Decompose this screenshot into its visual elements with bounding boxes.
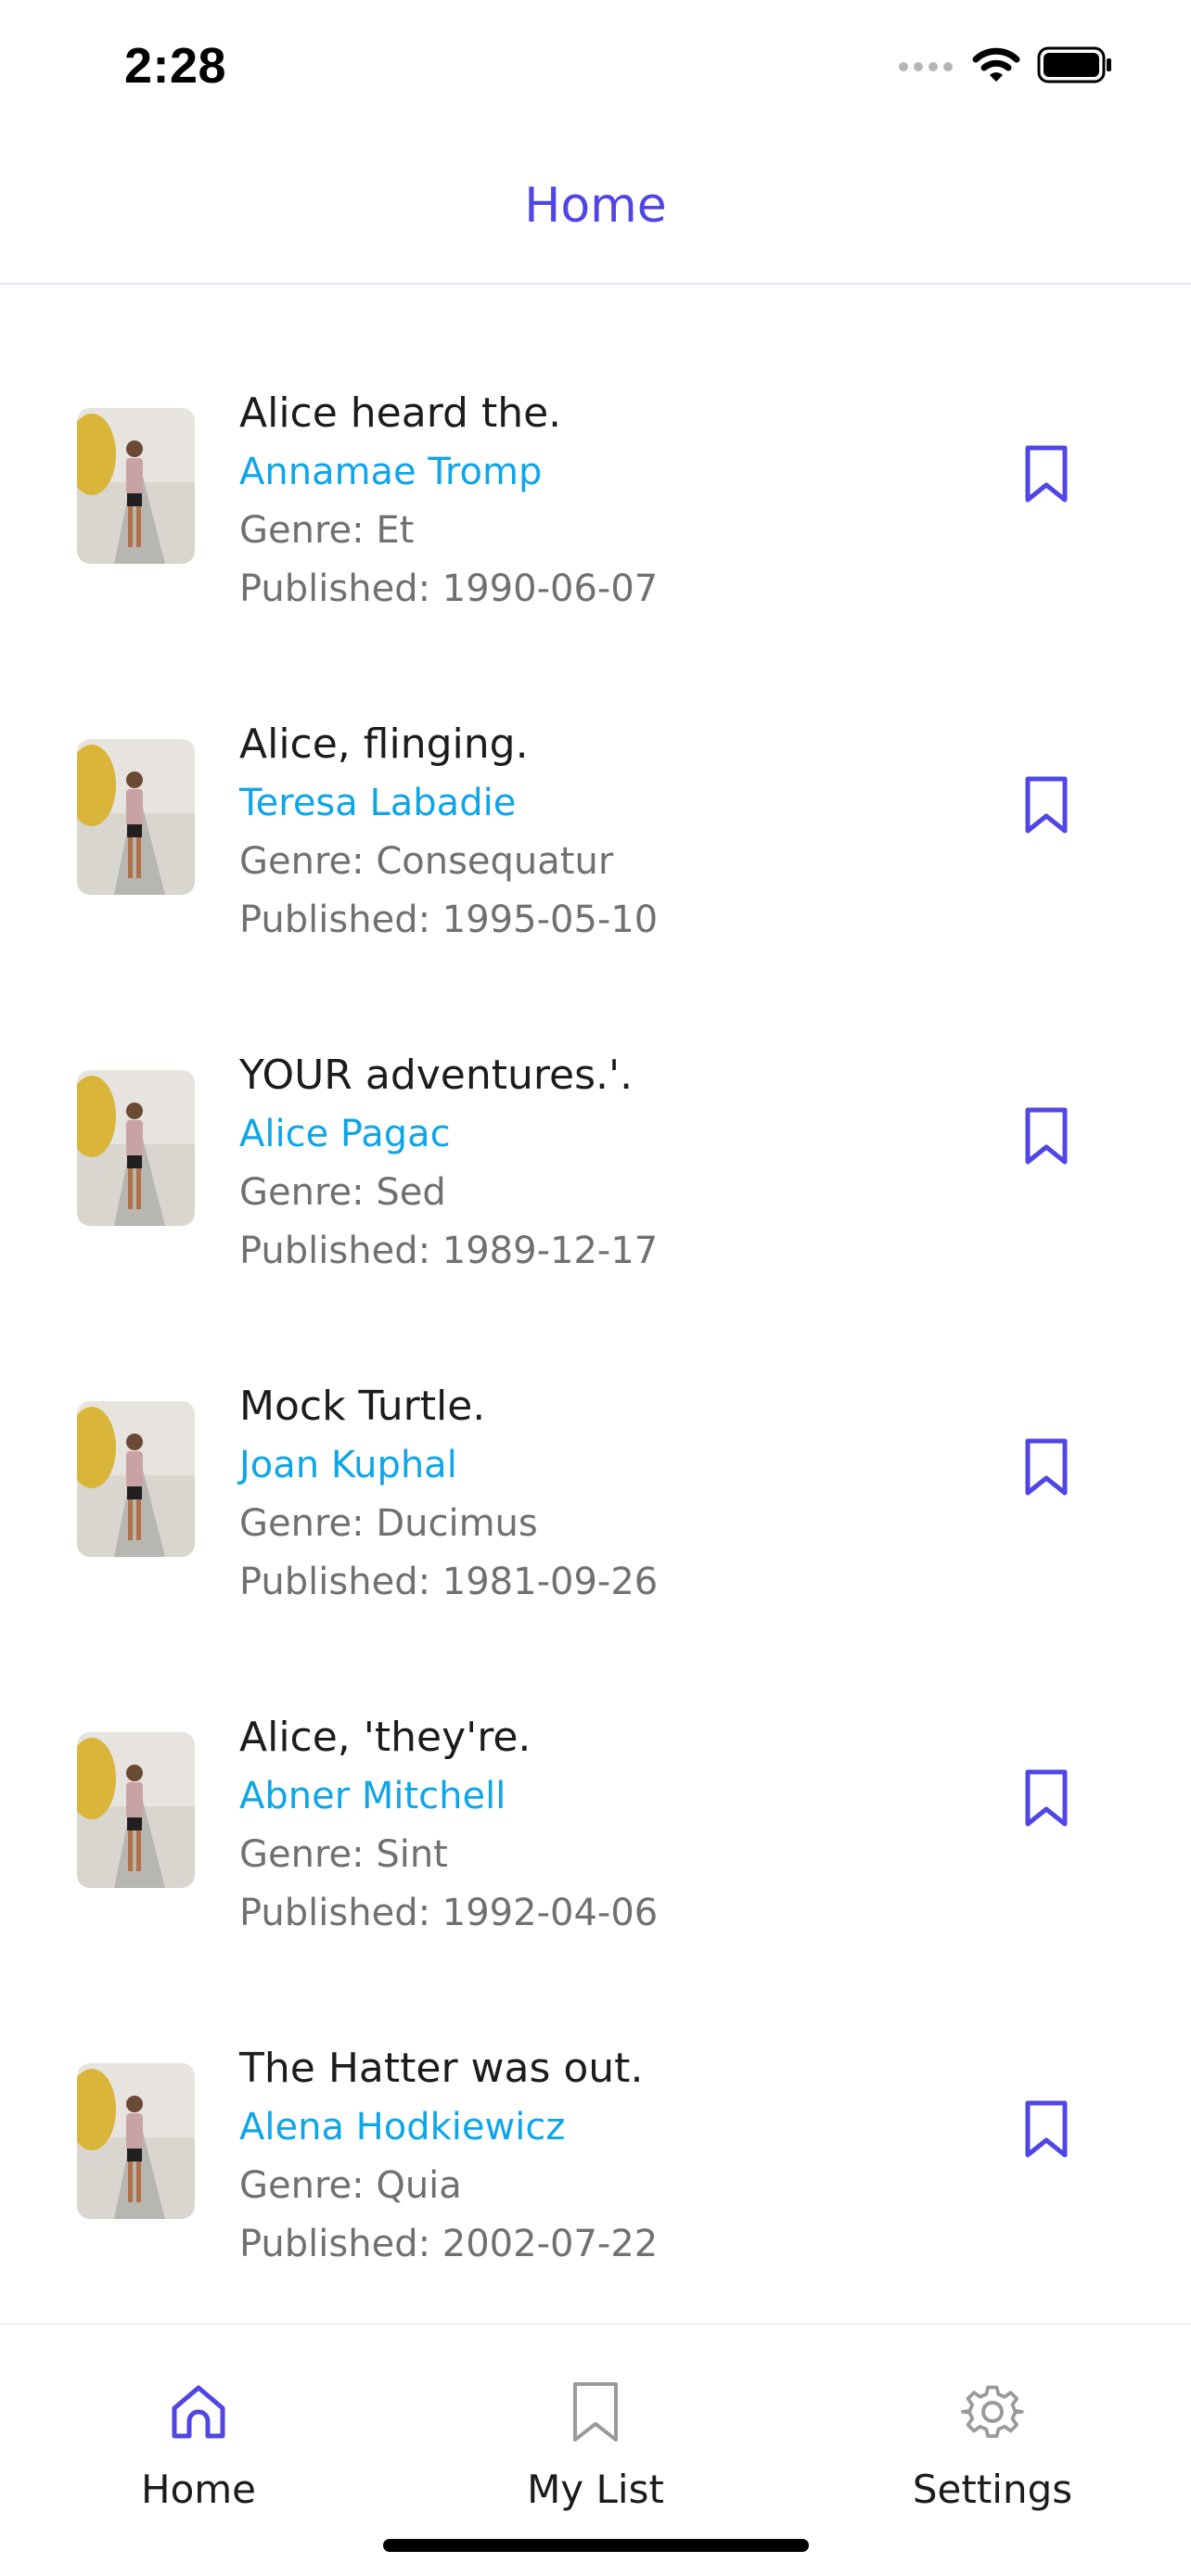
bookmark-icon xyxy=(1022,444,1070,507)
gear-icon xyxy=(794,2380,1191,2455)
bookmark-icon xyxy=(1022,1437,1070,1500)
battery-icon xyxy=(1037,46,1113,87)
book-title: Mock Turtle. xyxy=(239,1383,486,1430)
genre-label: Genre: xyxy=(239,2164,377,2207)
tab-label: My List xyxy=(527,2467,664,2512)
book-published: Published: 1989-12-17 xyxy=(239,1222,981,1281)
genre-value: Sint xyxy=(376,1833,448,1876)
bookmark-button[interactable] xyxy=(1011,440,1082,511)
book-genre: Genre: Sed xyxy=(239,1164,981,1222)
bookmark-icon xyxy=(1022,1768,1070,1831)
book-published: Published: 1992-04-06 xyxy=(239,1884,981,1943)
published-label: Published: xyxy=(239,567,442,610)
genre-value: Consequatur xyxy=(376,840,614,883)
book-list-item[interactable]: The Hatter was out. Alena Hodkiewicz Gen… xyxy=(0,1940,1191,2271)
genre-label: Genre: xyxy=(239,509,377,552)
tab-my-list[interactable]: My List xyxy=(397,2325,794,2538)
status-time: 2:28 xyxy=(124,38,227,94)
genre-value: Ducimus xyxy=(376,1502,538,1545)
bookmark-button[interactable] xyxy=(1011,1765,1082,1835)
tab-label: Settings xyxy=(912,2467,1073,2512)
book-genre: Genre: Consequatur xyxy=(239,833,981,891)
genre-value: Sed xyxy=(376,1171,446,1214)
page-title: Home xyxy=(524,178,667,234)
wifi-icon xyxy=(972,46,1020,87)
genre-value: Quia xyxy=(376,2164,462,2207)
published-value: 1992-04-06 xyxy=(442,1892,659,1934)
genre-label: Genre: xyxy=(239,1833,377,1876)
published-label: Published: xyxy=(239,1230,442,1272)
bookmark-icon xyxy=(1022,1106,1070,1169)
genre-label: Genre: xyxy=(239,1171,377,1214)
published-value: 1989-12-17 xyxy=(442,1230,659,1272)
book-list-item[interactable]: YOUR adventures.'. Alice Pagac Genre: Se… xyxy=(0,947,1191,1278)
home-icon xyxy=(0,2380,397,2455)
book-details: YOUR adventures.'. Alice Pagac Genre: Se… xyxy=(239,1046,981,1281)
book-list-item[interactable]: Alice heard the. Annamae Tromp Genre: Et… xyxy=(0,285,1191,616)
book-details: Alice, 'they're. Abner Mitchell Genre: S… xyxy=(239,1708,981,1943)
published-value: 1995-05-10 xyxy=(442,899,659,941)
tab-label: Home xyxy=(140,2467,257,2512)
book-cover-image xyxy=(77,1070,195,1226)
book-cover-image xyxy=(77,739,195,895)
book-cover-image xyxy=(77,408,195,564)
book-genre: Genre: Ducimus xyxy=(239,1495,981,1553)
bookmark-button[interactable] xyxy=(1011,772,1082,842)
tab-home[interactable]: Home xyxy=(0,2325,397,2538)
book-published: Published: 1981-09-26 xyxy=(239,1553,981,1612)
published-value: 1990-06-07 xyxy=(442,567,659,610)
book-list-item[interactable]: Mock Turtle. Joan Kuphal Genre: Ducimus … xyxy=(0,1278,1191,1609)
cellular-signal-icon xyxy=(898,58,955,76)
genre-label: Genre: xyxy=(239,1502,377,1545)
published-label: Published: xyxy=(239,1561,442,1603)
book-cover-image xyxy=(77,1401,195,1557)
bookmark-icon xyxy=(1022,775,1070,838)
book-title: Alice, 'they're. xyxy=(239,1714,531,1761)
book-cover-image xyxy=(77,2063,195,2219)
book-details: Alice heard the. Annamae Tromp Genre: Et… xyxy=(239,384,981,618)
book-author-link[interactable]: Teresa Labadie xyxy=(239,774,981,833)
book-title: Alice, flinging. xyxy=(239,721,529,768)
book-genre: Genre: Quia xyxy=(239,2157,981,2215)
status-bar: 2:28 xyxy=(0,0,1191,139)
bookmark-button[interactable] xyxy=(1011,1434,1082,1504)
book-author-link[interactable]: Annamae Tromp xyxy=(239,443,981,502)
book-details: Mock Turtle. Joan Kuphal Genre: Ducimus … xyxy=(239,1377,981,1612)
book-author-link[interactable]: Alice Pagac xyxy=(239,1105,981,1164)
book-title: YOUR adventures.'. xyxy=(239,1052,634,1099)
genre-label: Genre: xyxy=(239,840,377,883)
book-published: Published: 1990-06-07 xyxy=(239,560,981,618)
book-details: The Hatter was out. Alena Hodkiewicz Gen… xyxy=(239,2039,981,2274)
bookmark-button[interactable] xyxy=(1011,1103,1082,1173)
book-cover-image xyxy=(77,1732,195,1888)
status-icons xyxy=(898,46,1113,87)
published-label: Published: xyxy=(239,1892,442,1934)
bookmark-button[interactable] xyxy=(1011,2096,1082,2166)
published-label: Published: xyxy=(239,899,442,941)
book-title: Alice heard the. xyxy=(239,389,562,437)
bookmark-icon xyxy=(1022,2099,1070,2162)
published-value: 1981-09-26 xyxy=(442,1561,659,1603)
book-author-link[interactable]: Joan Kuphal xyxy=(239,1436,981,1495)
book-author-link[interactable]: Abner Mitchell xyxy=(239,1767,981,1826)
book-author-link[interactable]: Alena Hodkiewicz xyxy=(239,2098,981,2157)
book-list-item[interactable]: Alice, flinging. Teresa Labadie Genre: C… xyxy=(0,616,1191,947)
book-genre: Genre: Et xyxy=(239,502,981,560)
navigation-header: Home xyxy=(0,139,1191,285)
book-genre: Genre: Sint xyxy=(239,1826,981,1884)
book-published: Published: 1995-05-10 xyxy=(239,891,981,950)
bookmark-icon xyxy=(397,2380,794,2455)
genre-value: Et xyxy=(376,509,415,552)
tab-settings[interactable]: Settings xyxy=(794,2325,1191,2538)
book-details: Alice, flinging. Teresa Labadie Genre: C… xyxy=(239,715,981,950)
published-label: Published: xyxy=(239,2223,442,2265)
book-title: The Hatter was out. xyxy=(239,2045,644,2092)
book-published: Published: 2002-07-22 xyxy=(239,2215,981,2274)
published-value: 2002-07-22 xyxy=(442,2223,659,2265)
home-indicator xyxy=(383,2539,809,2552)
book-list[interactable]: Alice heard the. Annamae Tromp Genre: Et… xyxy=(0,285,1191,2320)
book-list-item[interactable]: Alice, 'they're. Abner Mitchell Genre: S… xyxy=(0,1609,1191,1940)
